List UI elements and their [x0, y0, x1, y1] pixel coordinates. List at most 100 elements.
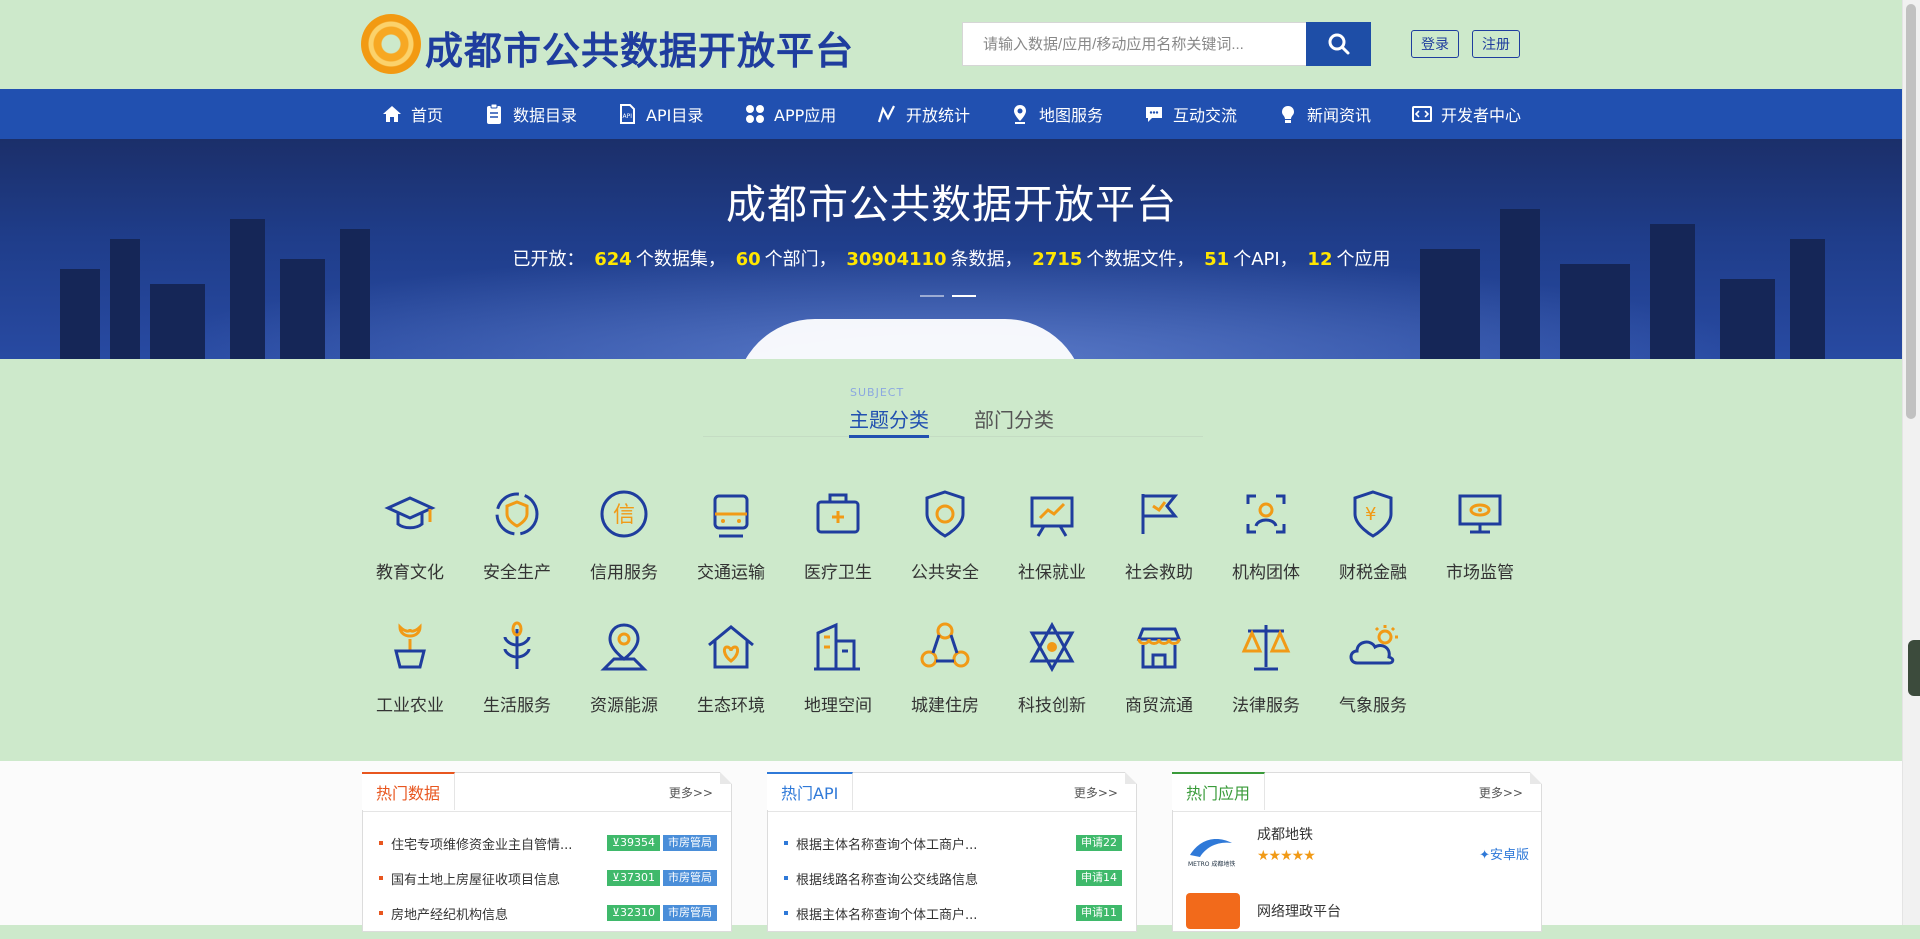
hot-data-title[interactable]: 热门数据 [362, 772, 456, 810]
hot-api-title[interactable]: 热门API [767, 772, 854, 810]
category-item[interactable]: 生活服务 [467, 617, 567, 716]
category-item[interactable]: 社会救助 [1109, 484, 1209, 583]
category-item[interactable]: 城建住房 [895, 617, 995, 716]
category-item[interactable]: 法律服务 [1216, 617, 1316, 716]
nav-item-data-catalog[interactable]: 数据目录 [483, 89, 577, 139]
search-input[interactable] [963, 23, 1307, 65]
nav-label: 数据目录 [513, 106, 578, 125]
stat-apps-label: 个应用 [1336, 249, 1391, 270]
category-item[interactable]: ¥ 财税金融 [1323, 484, 1423, 583]
bullet-icon [784, 911, 788, 915]
dataset-name[interactable]: 房地产经纪机构信息 [391, 904, 604, 923]
more-link[interactable]: 更多>> [1074, 784, 1118, 801]
site-title[interactable]: 成都市公共数据开放平台 [425, 20, 854, 75]
banner-cloud [735, 319, 1085, 359]
stat-files-count: 2715 [1032, 249, 1083, 270]
page-scrollbar[interactable] [1902, 0, 1920, 925]
nav-item-developer[interactable]: 开发者中心 [1411, 89, 1521, 139]
credit-icon: 信 [600, 490, 648, 538]
tab-subject[interactable]: 主题分类 [849, 404, 929, 438]
site-logo-icon[interactable] [361, 14, 421, 74]
category-item[interactable]: 机构团体 [1216, 484, 1316, 583]
nav-item-home[interactable]: 首页 [381, 89, 443, 139]
category-item[interactable]: 商贸流通 [1109, 617, 1209, 716]
category-item[interactable]: 医疗卫生 [788, 484, 888, 583]
nav-item-api-catalog[interactable]: API API目录 [616, 89, 703, 139]
employment-icon [1030, 496, 1074, 537]
category-item[interactable]: 交通运输 [681, 484, 781, 583]
nav-item-news[interactable]: 新闻资讯 [1277, 89, 1371, 139]
corner-fold [1125, 772, 1137, 784]
search-button[interactable] [1306, 22, 1371, 66]
download-count-badge: ⊻39354 [606, 835, 660, 851]
nav-item-interaction[interactable]: 互动交流 [1143, 89, 1237, 139]
register-button[interactable]: 注册 [1472, 30, 1520, 58]
dataset-name[interactable]: 国有土地上房屋征收项目信息 [391, 869, 604, 888]
department-badge: 市房管局 [663, 905, 717, 921]
hot-data-row[interactable]: 国有土地上房屋征收项目信息 ⊻37301 市房管局 [363, 866, 731, 890]
hot-data-row[interactable]: 房地产经纪机构信息 ⊻32310 市房管局 [363, 901, 731, 925]
more-link[interactable]: 更多>> [669, 784, 713, 801]
category-item[interactable]: 信信用服务 [574, 484, 674, 583]
department-badge: 市房管局 [663, 835, 717, 851]
app-name[interactable]: 成都地铁 [1257, 824, 1529, 844]
category-label: 科技创新 [1018, 696, 1086, 716]
nav-label: 地图服务 [1039, 106, 1104, 125]
open-stats-line: 已开放： 624 个数据集， 60 个部门， 30904110 条数据， 2715 个数… [0, 245, 1903, 271]
login-button[interactable]: 登录 [1411, 30, 1459, 58]
category-label: 商贸流通 [1125, 696, 1193, 716]
category-item[interactable]: 地理空间 [788, 617, 888, 716]
category-label: 城建住房 [911, 696, 979, 716]
hot-data-row[interactable]: 住宅专项维修资金业主自管情... ⊻39354 市房管局 [363, 831, 731, 855]
hot-api-row[interactable]: 根据主体名称查询个体工商户... 申请11 [768, 901, 1136, 925]
bullet-icon [784, 876, 788, 880]
hot-api-row[interactable]: 根据线路名称查询公交线路信息 申请14 [768, 866, 1136, 890]
app-item[interactable]: METRO 成都地铁 成都地铁 ★★★★★ ✦安卓版 [1185, 823, 1529, 879]
android-icon: ✦ [1479, 848, 1490, 863]
agriculture-icon [394, 623, 426, 669]
life-service-icon [503, 621, 531, 669]
medical-icon [816, 493, 860, 534]
category-item[interactable]: 公共安全 [895, 484, 995, 583]
metro-logo-text: METRO 成都地铁 [1188, 860, 1235, 868]
category-item[interactable]: 教育文化 [360, 484, 460, 583]
api-name[interactable]: 根据主体名称查询个体工商户... [796, 834, 1073, 853]
category-label: 工业农业 [376, 696, 444, 716]
stat-records-label: 条数据， [950, 249, 1023, 270]
skyline-building [150, 284, 205, 359]
nav-label: 开放统计 [906, 106, 971, 125]
category-item[interactable]: 气象服务 [1323, 617, 1423, 716]
resource-icon [600, 623, 648, 671]
category-item[interactable]: 社保就业 [1002, 484, 1102, 583]
nav-item-map[interactable]: 地图服务 [1009, 89, 1103, 139]
app-name[interactable]: 网络理政平台 [1257, 901, 1341, 921]
scrollbar-thumb[interactable] [1906, 4, 1916, 419]
side-panel-handle[interactable] [1908, 640, 1920, 696]
category-label: 医疗卫生 [804, 563, 872, 583]
category-item[interactable]: 安全生产 [467, 484, 567, 583]
nav-item-open-stats[interactable]: 开放统计 [876, 89, 970, 139]
banner-title: 成都市公共数据开放平台 [726, 182, 1177, 228]
api-name[interactable]: 根据线路名称查询公交线路信息 [796, 869, 1073, 888]
category-item[interactable]: 工业农业 [360, 617, 460, 716]
nav-item-apps[interactable]: APP应用 [744, 89, 836, 139]
category-label: 社保就业 [1018, 563, 1086, 583]
skyline-building [1560, 264, 1630, 359]
app-item[interactable]: 网络理政平台 [1185, 883, 1529, 939]
android-download[interactable]: ✦安卓版 [1479, 844, 1529, 863]
dataset-name[interactable]: 住宅专项维修资金业主自管情... [391, 834, 604, 853]
hot-apps-title[interactable]: 热门应用 [1172, 772, 1266, 810]
more-link[interactable]: 更多>> [1479, 784, 1523, 801]
panel-header: 热门应用 更多>> [1172, 772, 1542, 812]
api-name[interactable]: 根据主体名称查询个体工商户... [796, 904, 1073, 923]
hot-api-row[interactable]: 根据主体名称查询个体工商户... 申请22 [768, 831, 1136, 855]
carousel-dot[interactable] [920, 295, 944, 297]
carousel-dot-active[interactable] [952, 295, 976, 297]
panel-header: 热门数据 更多>> [362, 772, 732, 812]
category-item[interactable]: 资源能源 [574, 617, 674, 716]
category-item[interactable]: 市场监管 [1430, 484, 1530, 583]
svg-text:信: 信 [613, 503, 635, 528]
category-item[interactable]: 生态环境 [681, 617, 781, 716]
category-item[interactable]: 科技创新 [1002, 617, 1102, 716]
tab-department[interactable]: 部门分类 [974, 404, 1054, 433]
